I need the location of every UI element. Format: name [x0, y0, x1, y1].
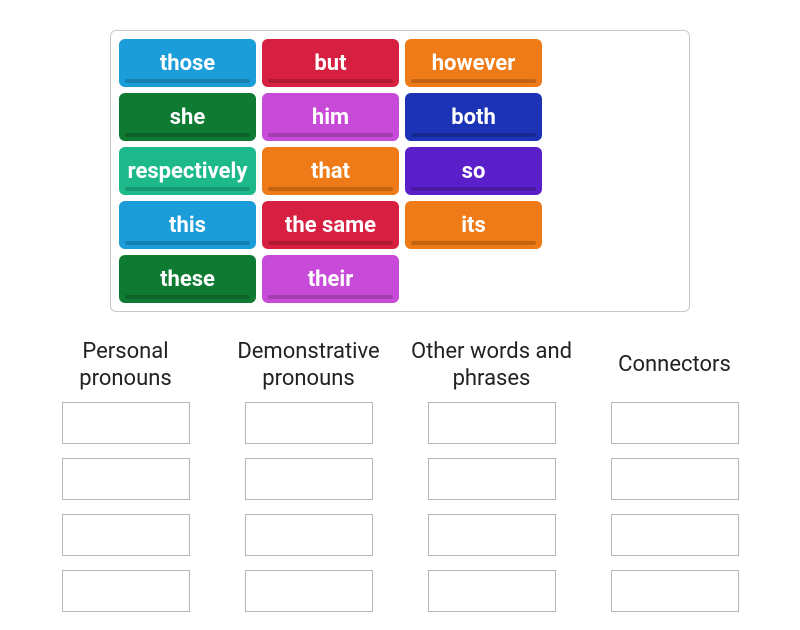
drop-slot[interactable]	[428, 402, 556, 444]
category-title: Demonstrative pronouns	[223, 336, 394, 394]
category-column: Other words and phrases	[406, 336, 577, 626]
word-tile[interactable]: their	[262, 255, 399, 303]
category-column: Demonstrative pronouns	[223, 336, 394, 626]
drop-slot[interactable]	[245, 514, 373, 556]
drop-slot[interactable]	[62, 570, 190, 612]
word-tile[interactable]: its	[405, 201, 542, 249]
category-title: Connectors	[618, 336, 731, 394]
word-tile[interactable]: these	[119, 255, 256, 303]
word-tile[interactable]: those	[119, 39, 256, 87]
word-tile[interactable]: respectively	[119, 147, 256, 195]
drop-slot[interactable]	[611, 402, 739, 444]
drop-slot[interactable]	[611, 514, 739, 556]
word-tile[interactable]: so	[405, 147, 542, 195]
category-column: Personal pronouns	[40, 336, 211, 626]
category-title: Personal pronouns	[40, 336, 211, 394]
word-tile[interactable]: that	[262, 147, 399, 195]
drop-slot[interactable]	[428, 570, 556, 612]
drop-slot[interactable]	[245, 402, 373, 444]
drop-slot[interactable]	[62, 402, 190, 444]
drop-slot[interactable]	[62, 514, 190, 556]
word-tile[interactable]: both	[405, 93, 542, 141]
drop-slot[interactable]	[611, 570, 739, 612]
word-tile[interactable]: however	[405, 39, 542, 87]
category-title: Other words and phrases	[406, 336, 577, 394]
categories-row: Personal pronounsDemonstrative pronounsO…	[40, 336, 760, 626]
drop-slot[interactable]	[611, 458, 739, 500]
drop-slot[interactable]	[62, 458, 190, 500]
word-bank: thosebuthowever shehimboth respectivelytha…	[110, 30, 690, 312]
drop-slot[interactable]	[245, 458, 373, 500]
word-tile[interactable]: she	[119, 93, 256, 141]
drop-slot[interactable]	[428, 458, 556, 500]
word-tile[interactable]: him	[262, 93, 399, 141]
category-column: Connectors	[589, 336, 760, 626]
word-tile[interactable]: this	[119, 201, 256, 249]
drop-slot[interactable]	[245, 570, 373, 612]
drop-slot[interactable]	[428, 514, 556, 556]
word-tile[interactable]: but	[262, 39, 399, 87]
word-tile[interactable]: the same	[262, 201, 399, 249]
